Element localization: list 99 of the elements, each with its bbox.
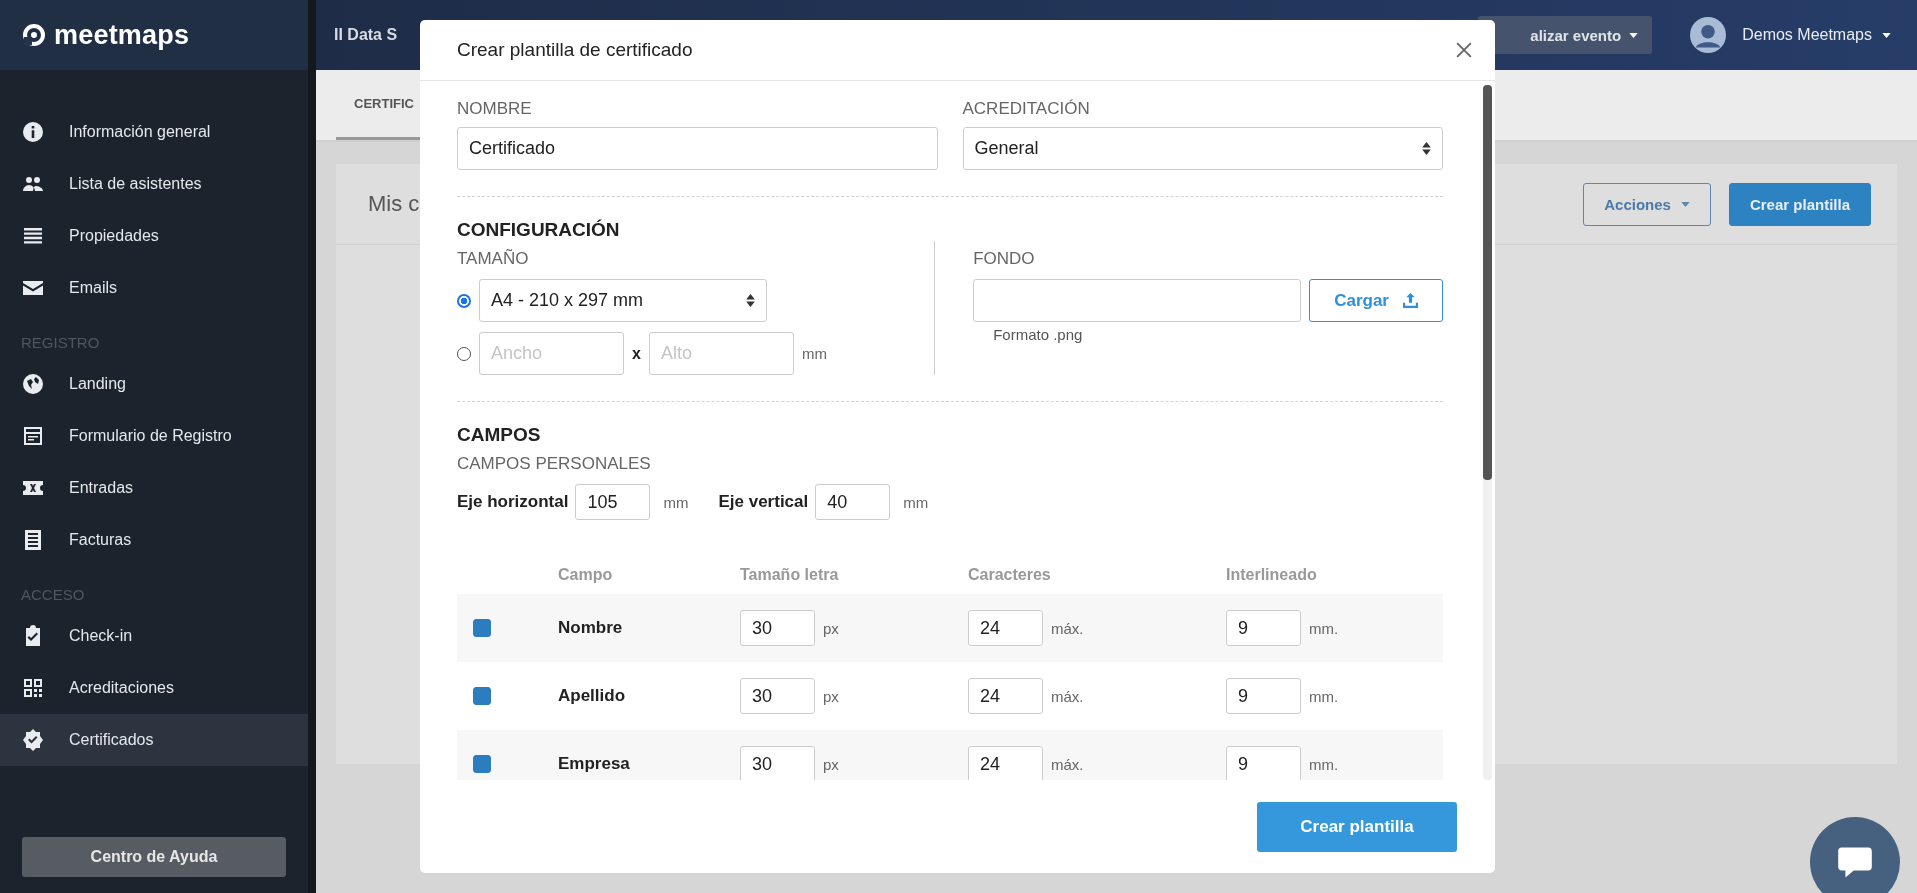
unit-label: mm (801, 345, 827, 362)
accreditation-select[interactable]: General (962, 127, 1443, 170)
sort-caret-icon (1422, 142, 1431, 155)
section-heading: CAMPOS (457, 424, 542, 446)
field-label: NOMBRE (457, 99, 533, 119)
sidebar-item-label: Landing (69, 375, 126, 393)
sidebar-item[interactable]: Facturas (0, 514, 308, 566)
font-size-field[interactable]: 30 (740, 746, 815, 780)
sidebar-item-label: Propiedades (69, 227, 159, 245)
name-field[interactable]: Certificado (457, 127, 938, 170)
scrollbar[interactable] (1483, 85, 1492, 780)
menu-item-icon (21, 676, 45, 700)
column-header: Interlineado (1226, 566, 1318, 584)
line-spacing-field[interactable]: 9 (1226, 746, 1301, 780)
unit-label: px (823, 619, 839, 637)
sidebar-item[interactable]: Check-in (0, 610, 308, 662)
field-name: Empresa (558, 754, 631, 774)
radio-button[interactable] (457, 293, 471, 308)
field-name: Apellido (558, 686, 627, 706)
sidebar-item[interactable]: Información general (0, 106, 308, 158)
axis-label: Eje vertical (718, 492, 809, 512)
upload-icon (1403, 293, 1418, 308)
unit-label: máx. (1051, 619, 1084, 637)
event-title: II Data S (334, 26, 398, 44)
characters-field[interactable]: 24 (968, 746, 1043, 780)
sidebar-item-label: Información general (69, 123, 211, 141)
axis-label: Eje horizontal (457, 492, 569, 512)
unit-label: mm. (1309, 755, 1339, 773)
sidebar-item[interactable]: Certificados (0, 714, 308, 766)
card-title: Mis c (368, 191, 420, 217)
unit-label: mm (663, 493, 689, 511)
column-header: Tamaño letra (740, 566, 840, 584)
sort-caret-icon (746, 294, 755, 307)
characters-field[interactable]: 24 (968, 678, 1043, 714)
menu-item-icon (21, 728, 45, 752)
card-button[interactable]: Crear plantilla (1728, 182, 1871, 226)
unit-label: máx. (1051, 755, 1084, 773)
chat-bubble-icon (1837, 845, 1873, 879)
section-heading: CONFIGURACIÓN (457, 219, 621, 241)
radio-button[interactable] (457, 346, 471, 361)
unit-label: máx. (1051, 687, 1084, 705)
menu-item-icon (21, 120, 45, 144)
characters-field[interactable]: 24 (968, 610, 1043, 646)
sidebar-item[interactable]: Acreditaciones (0, 662, 308, 714)
background-file-field[interactable] (973, 279, 1302, 322)
caret-icon (1629, 32, 1639, 38)
caret-icon (1882, 32, 1891, 38)
menu-item-icon (21, 372, 45, 396)
sidebar-item-label: Acreditaciones (69, 679, 174, 697)
sidebar-item-label: Certificados (69, 731, 154, 749)
logo-icon (22, 23, 46, 47)
sidebar-item[interactable]: Emails (0, 262, 308, 314)
event-dropdown-button[interactable]: alizar evento (1478, 16, 1653, 54)
sidebar-item-label: Emails (69, 279, 117, 297)
unit-label: mm (903, 493, 929, 511)
sidebar-item[interactable]: Lista de asistentes (0, 158, 308, 210)
sidebar-item[interactable]: Landing (0, 358, 308, 410)
sidebar-item-label: Facturas (69, 531, 132, 549)
sidebar-item[interactable]: Formulario de Registro (0, 410, 308, 462)
menu-item-icon (21, 424, 45, 448)
checkbox[interactable] (473, 687, 491, 705)
modal-title: Crear plantilla de certificado (457, 39, 693, 61)
column-header: Campo (558, 566, 614, 584)
column-header: Caracteres (968, 566, 1052, 584)
axis-field[interactable]: 105 (575, 484, 651, 520)
checkbox[interactable] (473, 755, 491, 773)
chat-button[interactable] (1810, 817, 1900, 893)
unit-label: mm. (1309, 687, 1339, 705)
close-icon[interactable] (1456, 42, 1472, 58)
caret-icon (1680, 201, 1690, 207)
subsection-label: CAMPOS PERSONALES (457, 454, 652, 474)
sidebar-item-label: Lista de asistentes (69, 175, 202, 193)
help-center-button[interactable]: Centro de Ayuda (22, 837, 286, 877)
unit-label: px (823, 755, 839, 773)
sidebar-item-label: Formulario de Registro (69, 427, 232, 445)
field-label: FONDO (973, 249, 1036, 269)
avatar-icon (1690, 17, 1727, 53)
sidebar-item[interactable]: Propiedades (0, 210, 308, 262)
unit-label: mm. (1309, 619, 1339, 637)
unit-label: px (823, 687, 839, 705)
font-size-field[interactable]: 30 (740, 678, 815, 714)
sidebar-item[interactable]: Entradas (0, 462, 308, 514)
sidebar-item-label: Check-in (69, 627, 133, 645)
user-menu-button[interactable]: Demos Meetmaps (1736, 25, 1897, 45)
line-spacing-field[interactable]: 9 (1226, 610, 1301, 646)
width-field[interactable]: Ancho (479, 332, 624, 375)
field-name: Nombre (558, 618, 624, 638)
height-field[interactable]: Alto (648, 332, 794, 375)
font-size-field[interactable]: 30 (740, 610, 815, 646)
format-hint: Formato .png (992, 326, 1084, 343)
sidebar-item-label: Entradas (69, 479, 134, 497)
axis-field[interactable]: 40 (815, 484, 891, 520)
size-select[interactable]: A4 - 210 x 297 mm (479, 279, 767, 322)
field-label: ACREDITACIÓN (962, 99, 1091, 119)
checkbox[interactable] (473, 619, 491, 637)
line-spacing-field[interactable]: 9 (1226, 678, 1301, 714)
logo-text: meetmaps (54, 19, 190, 51)
field-label: TAMAÑO (457, 249, 530, 269)
times-sign: x (632, 344, 641, 363)
